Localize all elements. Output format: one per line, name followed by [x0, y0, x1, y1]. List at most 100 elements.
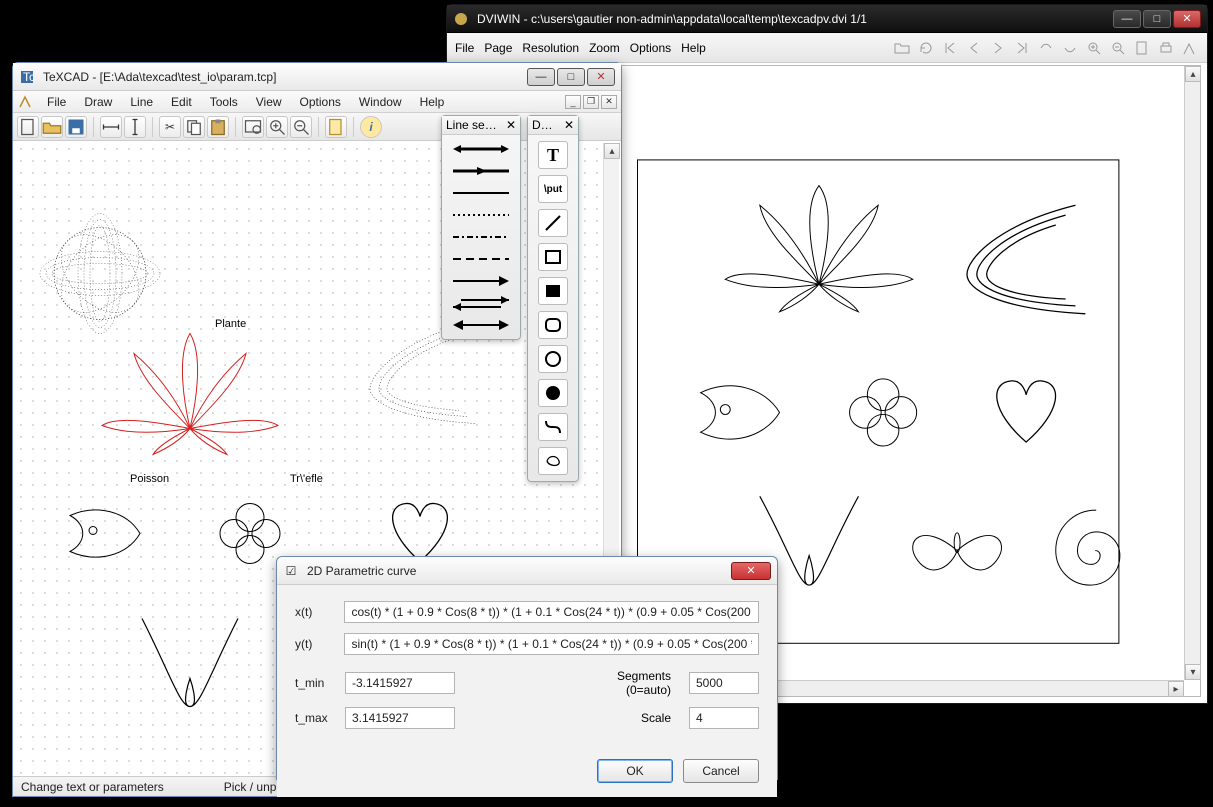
properties-icon[interactable] — [325, 116, 347, 138]
dvi-menu-zoom[interactable]: Zoom — [589, 41, 620, 55]
save-file-icon[interactable] — [65, 116, 87, 138]
svg-text:Tc: Tc — [23, 70, 35, 84]
menu-help[interactable]: Help — [412, 93, 453, 111]
dviwin-titlebar[interactable]: DVIWIN - c:\users\gautier non-admin\appd… — [447, 5, 1207, 33]
line-style-dotted[interactable] — [446, 205, 516, 225]
tool-rectangle[interactable] — [538, 243, 568, 271]
palette-line-title[interactable]: Line se… — [446, 118, 497, 132]
preview-icon[interactable] — [242, 116, 264, 138]
line-style-dashed[interactable] — [446, 249, 516, 269]
menu-options[interactable]: Options — [292, 93, 349, 111]
scroll-up-icon[interactable]: ▴ — [604, 143, 620, 159]
page-icon[interactable] — [1133, 39, 1151, 57]
yt-input[interactable] — [344, 633, 759, 655]
yt-label: y(t) — [295, 637, 334, 651]
mdi-minimize-button[interactable]: _ — [565, 95, 581, 109]
dvi-menu-options[interactable]: Options — [630, 41, 671, 55]
menu-draw[interactable]: Draw — [76, 93, 120, 111]
line-style-arrow-double[interactable] — [446, 315, 516, 335]
copy-icon[interactable] — [183, 116, 205, 138]
first-page-icon[interactable] — [941, 39, 959, 57]
menu-window[interactable]: Window — [351, 93, 410, 111]
zoom-in-tool-icon[interactable] — [266, 116, 288, 138]
texcad-minimize-button[interactable]: — — [527, 68, 555, 86]
prev-page-icon[interactable] — [965, 39, 983, 57]
scale-input[interactable] — [689, 707, 759, 729]
label-poisson: Poisson — [130, 473, 169, 485]
scroll-up-icon[interactable]: ▴ — [1185, 66, 1201, 82]
scroll-down-icon[interactable]: ▾ — [1185, 664, 1201, 680]
dialog-check-icon: ☑ — [283, 563, 299, 579]
line-style-plain[interactable] — [446, 183, 516, 203]
line-style-arrow-both-thick[interactable] — [446, 139, 516, 159]
line-style-arrow-both-rl[interactable] — [446, 293, 516, 313]
tool-filled-circle[interactable] — [538, 379, 568, 407]
misc-icon[interactable] — [1181, 39, 1199, 57]
dviwin-close-button[interactable]: ✕ — [1173, 10, 1201, 28]
dim-vert-icon[interactable] — [124, 116, 146, 138]
tool-circle[interactable] — [538, 345, 568, 373]
refresh-icon[interactable] — [917, 39, 935, 57]
dvi-menu-file[interactable]: File — [455, 41, 474, 55]
line-style-arrow-mid-thick[interactable] — [446, 161, 516, 181]
dvi-menu-resolution[interactable]: Resolution — [522, 41, 579, 55]
line-style-arrow-right[interactable] — [446, 271, 516, 291]
texcad-maximize-button[interactable]: □ — [557, 68, 585, 86]
cancel-button[interactable]: Cancel — [683, 759, 759, 783]
tool-bezier[interactable] — [538, 413, 568, 441]
open-icon[interactable] — [893, 39, 911, 57]
nav1-icon[interactable] — [1037, 39, 1055, 57]
line-style-dashdot[interactable] — [446, 227, 516, 247]
menu-line[interactable]: Line — [122, 93, 161, 111]
tool-parametric[interactable] — [538, 447, 568, 475]
zoom-out-icon[interactable] — [1109, 39, 1127, 57]
tmin-label: t_min — [295, 676, 335, 690]
palette-draw-title[interactable]: D… — [532, 118, 553, 132]
dialog-titlebar[interactable]: ☑ 2D Parametric curve ✕ — [277, 557, 777, 585]
cut-icon[interactable]: ✂ — [159, 116, 181, 138]
label-plante: Plante — [215, 318, 246, 330]
menu-file[interactable]: File — [39, 93, 74, 111]
mdi-restore-button[interactable]: ❐ — [583, 95, 599, 109]
texcad-close-button[interactable]: ✕ — [587, 68, 615, 86]
mdi-close-button[interactable]: ✕ — [601, 95, 617, 109]
zoom-out-tool-icon[interactable] — [290, 116, 312, 138]
dvi-scrollbar-vertical[interactable]: ▴ ▾ — [1184, 66, 1200, 680]
paste-icon[interactable] — [207, 116, 229, 138]
xt-label: x(t) — [295, 605, 334, 619]
zoom-in-icon[interactable] — [1085, 39, 1103, 57]
scale-label: Scale — [569, 711, 679, 725]
xt-input[interactable] — [344, 601, 759, 623]
menu-tools[interactable]: Tools — [202, 93, 246, 111]
last-page-icon[interactable] — [1013, 39, 1031, 57]
tool-text[interactable]: T — [538, 141, 568, 169]
palette-line-close-icon[interactable]: ✕ — [506, 118, 516, 132]
menu-view[interactable]: View — [248, 93, 290, 111]
texcad-titlebar[interactable]: Tc TeXCAD - [E:\Ada\texcad\test_io\param… — [13, 63, 621, 91]
dvi-menu-page[interactable]: Page — [484, 41, 512, 55]
texcad-mdi-icon — [17, 94, 33, 110]
print-icon[interactable] — [1157, 39, 1175, 57]
dviwin-minimize-button[interactable]: — — [1113, 10, 1141, 28]
scroll-right-icon[interactable]: ▸ — [1168, 681, 1184, 697]
new-file-icon[interactable] — [17, 116, 39, 138]
tool-filled-rectangle[interactable] — [538, 277, 568, 305]
palette-draw-close-icon[interactable]: ✕ — [564, 118, 574, 132]
tmin-input[interactable] — [345, 672, 455, 694]
help-info-icon[interactable]: i — [360, 116, 382, 138]
ok-button[interactable]: OK — [597, 759, 673, 783]
menu-edit[interactable]: Edit — [163, 93, 200, 111]
tool-put[interactable]: \put — [538, 175, 568, 203]
dviwin-maximize-button[interactable]: □ — [1143, 10, 1171, 28]
segments-input[interactable] — [689, 672, 759, 694]
nav2-icon[interactable] — [1061, 39, 1079, 57]
dim-horiz-icon[interactable] — [100, 116, 122, 138]
tmax-input[interactable] — [345, 707, 455, 729]
tool-rounded-rect[interactable] — [538, 311, 568, 339]
tool-line[interactable] — [538, 209, 568, 237]
palette-line-body — [442, 135, 520, 339]
open-file-icon[interactable] — [41, 116, 63, 138]
dialog-close-button[interactable]: ✕ — [731, 562, 771, 580]
dvi-menu-help[interactable]: Help — [681, 41, 706, 55]
next-page-icon[interactable] — [989, 39, 1007, 57]
